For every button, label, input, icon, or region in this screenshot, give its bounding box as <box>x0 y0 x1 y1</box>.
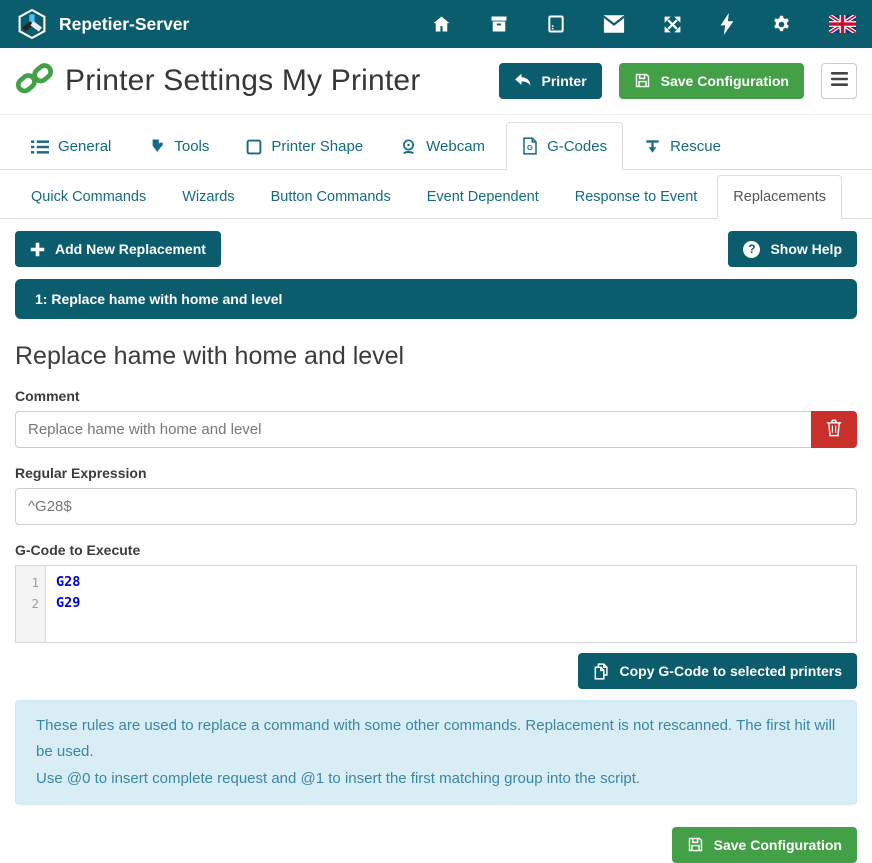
gear-icon[interactable] <box>771 14 792 35</box>
regex-label: Regular Expression <box>15 465 857 481</box>
printer-button[interactable]: Printer <box>499 63 602 99</box>
hamburger-icon <box>831 72 848 89</box>
tab-webcam[interactable]: Webcam <box>384 123 501 170</box>
mail-icon[interactable] <box>603 15 625 33</box>
header-menu-button[interactable] <box>821 63 857 99</box>
brand[interactable]: Repetier-Server <box>16 8 189 40</box>
tab-label: Rescue <box>670 138 721 155</box>
tab-printer-shape[interactable]: Printer Shape <box>230 123 379 170</box>
tab-rescue[interactable]: Rescue <box>628 123 737 170</box>
plus-icon <box>30 242 45 257</box>
repetier-logo-icon <box>16 8 48 40</box>
trash-icon <box>826 419 842 440</box>
replacement-heading: Replace hame with home and level <box>15 342 857 371</box>
expand-arrows-icon[interactable] <box>662 14 683 35</box>
comment-label: Comment <box>15 388 857 404</box>
replacements-toolbar: Add New Replacement ? Show Help <box>15 231 857 267</box>
editor-code-area[interactable]: G28 G29 <box>46 566 856 642</box>
webcam-icon <box>400 138 417 155</box>
regex-input[interactable] <box>15 488 857 525</box>
back-arrow-icon <box>514 73 532 88</box>
subtab-quick-commands[interactable]: Quick Commands <box>15 175 162 219</box>
svg-text:G: G <box>527 143 533 152</box>
tab-label: Printer Shape <box>271 138 363 155</box>
subtab-event-dependent[interactable]: Event Dependent <box>411 175 555 219</box>
tab-label: Tools <box>174 138 209 155</box>
page-title: Printer Settings My Printer <box>65 64 421 98</box>
printer-box-icon[interactable] <box>489 14 509 34</box>
uk-flag-icon[interactable] <box>829 15 856 33</box>
gcode-file-icon: G <box>522 137 538 155</box>
square-outline-icon <box>246 139 262 155</box>
gcode-label: G-Code to Execute <box>15 542 857 558</box>
subtab-wizards[interactable]: Wizards <box>166 175 250 219</box>
replacements-info-alert: These rules are used to replace a comman… <box>15 700 857 805</box>
page-header: Printer Settings My Printer Printer Save… <box>0 48 872 115</box>
show-help-button[interactable]: ? Show Help <box>728 231 857 267</box>
subtab-response-to-event[interactable]: Response to Event <box>559 175 714 219</box>
save-configuration-button-bottom[interactable]: Save Configuration <box>672 827 857 863</box>
link-chain-icon <box>15 59 55 102</box>
replacement-accordion-header[interactable]: 1: Replace hame with home and level <box>15 279 857 319</box>
save-configuration-button-top[interactable]: Save Configuration <box>619 63 804 99</box>
extruder-icon <box>148 138 165 155</box>
gcode-editor[interactable]: 1 2 G28 G29 <box>15 565 857 643</box>
footer-actions: Save Configuration <box>15 827 857 863</box>
hotend-icon <box>644 138 661 155</box>
comment-input-group <box>15 411 857 448</box>
copy-icon <box>593 663 610 680</box>
code-line: G29 <box>56 593 856 614</box>
copy-row: Copy G-Code to selected printers <box>15 653 857 689</box>
subtab-button-commands[interactable]: Button Commands <box>255 175 407 219</box>
brand-label: Repetier-Server <box>59 14 189 35</box>
tab-label: General <box>58 138 111 155</box>
delete-replacement-button[interactable] <box>811 411 857 448</box>
line-number: 1 <box>16 572 39 593</box>
list-icon <box>31 139 49 155</box>
regex-input-row <box>15 488 857 525</box>
tab-g-codes[interactable]: G G-Codes <box>506 122 623 170</box>
question-circle-icon: ? <box>743 241 760 258</box>
home-icon[interactable] <box>431 14 452 34</box>
floppy-icon <box>687 836 704 853</box>
tab-label: G-Codes <box>547 138 607 155</box>
tablet-icon[interactable] <box>546 14 566 34</box>
copy-gcode-button[interactable]: Copy G-Code to selected printers <box>578 653 857 689</box>
navbar-icons <box>431 13 856 35</box>
comment-input[interactable] <box>15 411 811 448</box>
subtab-replacements[interactable]: Replacements <box>717 175 842 219</box>
gcode-subtabs: Quick Commands Wizards Button Commands E… <box>0 170 872 219</box>
tab-general[interactable]: General <box>15 123 127 170</box>
settings-tabs: General Tools Printer Shape Webcam G G-C… <box>0 115 872 170</box>
info-line-1: These rules are used to replace a comman… <box>36 713 836 766</box>
editor-line-numbers: 1 2 <box>16 566 46 642</box>
top-navbar: Repetier-Server <box>0 0 872 48</box>
floppy-icon <box>634 72 651 89</box>
tab-tools[interactable]: Tools <box>132 123 225 170</box>
add-new-replacement-button[interactable]: Add New Replacement <box>15 231 221 267</box>
bolt-icon[interactable] <box>720 13 734 35</box>
info-line-2: Use @0 to insert complete request and @1… <box>36 766 836 792</box>
code-line: G28 <box>56 572 856 593</box>
tab-label: Webcam <box>426 138 485 155</box>
line-number: 2 <box>16 593 39 614</box>
